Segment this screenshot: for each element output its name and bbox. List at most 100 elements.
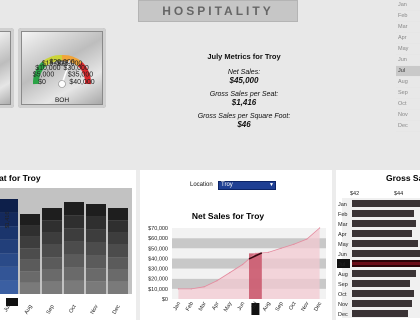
gross-per-seat-label: Gross Sales per Seat: [209, 91, 279, 98]
seat-bar-segment [108, 244, 128, 258]
seat-bar-segment [86, 204, 106, 217]
gauge-dial: BOH $0$5,000$10,000$15,000$20,000$25,000… [33, 54, 95, 104]
seat-bar [108, 208, 128, 294]
gross-per-seat-value: $1,416 [231, 98, 257, 107]
gauge-hub [58, 80, 66, 88]
gross-month-label: Apr [338, 232, 347, 238]
net-sales-chart-title: Net Sales for Troy [192, 211, 265, 221]
net-sales-xtick: Dec [313, 301, 323, 313]
seat-bar-segment [108, 269, 128, 282]
gross-bar [352, 300, 412, 307]
seat-bar-segment [108, 208, 128, 221]
gauge-caption: BOH [55, 97, 69, 104]
month-option[interactable]: Mar [396, 22, 420, 33]
gross-month-label: Jan [338, 202, 347, 208]
seat-bar-segment [20, 248, 40, 260]
location-select[interactable]: Troy ▼ [218, 181, 276, 190]
seat-bar-segment [108, 257, 128, 270]
net-sales-band [172, 228, 326, 239]
seat-bar-segment [42, 232, 62, 245]
net-sales-xtick: May [223, 301, 234, 313]
net-sales-ytick: $10,000 [148, 287, 168, 293]
seat-bar-segment [0, 199, 18, 213]
seat-bar-segment [42, 244, 62, 258]
month-option[interactable]: Aug [396, 77, 420, 88]
gross-bar [352, 270, 416, 277]
net-sales-value: $45,000 [229, 76, 259, 85]
gross-axis-tick-0: $42 [350, 191, 359, 197]
partial-gauge [0, 28, 14, 108]
location-label: Location [190, 182, 213, 188]
seat-bar-segment [20, 214, 40, 226]
gross-month-label: Dec [338, 312, 348, 318]
month-option[interactable]: Dec [396, 121, 420, 132]
month-option[interactable]: Feb [396, 11, 420, 22]
seat-bar-segment [64, 202, 84, 216]
gross-sales-panel: Gross Sa $42 $44 Jan Feb Mar Apr May Jun Jul Au… [336, 170, 420, 320]
gauge-label: $5,000 [33, 71, 55, 78]
seat-bar-segment [0, 239, 18, 254]
net-sales-point [203, 286, 205, 288]
gross-per-sqft-value: $46 [237, 120, 251, 129]
net-sales-ytick: $60,000 [148, 236, 168, 242]
month-option[interactable]: Jan [396, 0, 420, 11]
gauge-label: $40,000 [69, 79, 94, 86]
chevron-down-icon: ▼ [269, 182, 274, 188]
gross-month-label: Sep [338, 282, 348, 288]
seat-month-label: Sep [46, 304, 56, 315]
gross-bar [352, 280, 410, 287]
gross-bar [352, 250, 420, 257]
net-sales-point [306, 238, 308, 240]
net-sales-xtick: Aug [262, 301, 272, 312]
net-sales-point [318, 227, 321, 229]
net-sales-point [241, 263, 244, 266]
brand-title: HOSPITALITY [138, 0, 298, 22]
net-sales-point [280, 247, 282, 249]
gross-bar-selected-core [352, 262, 420, 265]
net-sales-point [177, 288, 180, 290]
month-option[interactable]: Sep [396, 88, 420, 99]
boh-gauge: BOH $0 $5,000 $10,000 $15,000 $20,000 $25,000… [18, 28, 106, 108]
seat-bar-segment [42, 269, 62, 282]
month-option[interactable]: Nov [396, 110, 420, 121]
seat-bar-segment [86, 229, 106, 243]
month-option[interactable]: Apr [396, 33, 420, 44]
seat-bar-segment [0, 266, 18, 281]
gross-axis-tick-1: $44 [394, 191, 403, 197]
gross-month-label: Oct [338, 292, 347, 298]
month-option[interactable]: Oct [396, 99, 420, 110]
net-sales-point [216, 280, 218, 282]
net-sales-ytick: $30,000 [148, 267, 168, 273]
net-sales-point [190, 288, 192, 290]
net-sales-xtick: Sep [275, 301, 285, 312]
gross-month-label: Jun [338, 252, 347, 258]
net-sales-ytick: $20,000 [148, 277, 168, 283]
seat-bar-segment [64, 280, 84, 294]
seat-bar-segment [86, 255, 106, 269]
month-option[interactable]: May [396, 44, 420, 55]
month-option[interactable]: Jul [396, 66, 420, 77]
seat-bar-segment [108, 281, 128, 294]
seat-month-label: Nov [90, 304, 100, 316]
seat-bar-segment [20, 225, 40, 237]
gross-month-label: Nov [338, 302, 348, 308]
gross-month-label: Aug [338, 272, 348, 278]
seat-bar-segment [42, 281, 62, 294]
month-option[interactable]: Jun [396, 55, 420, 66]
gross-bar [352, 200, 420, 207]
seat-month-label: Dec [112, 304, 122, 316]
seat-bar [20, 214, 40, 294]
seat-bar-segment [86, 281, 106, 294]
seat-bar-segment [86, 242, 106, 256]
net-sales-label: Net Sales: [227, 69, 261, 76]
seat-bar [42, 208, 62, 294]
gross-bar [352, 310, 408, 317]
metrics-title: July Metrics for Troy [207, 52, 281, 61]
net-sales-point [267, 251, 269, 253]
seat-sales-panel: at for Troy Aug Sep Oct Nov Dec Jul $1,416 [0, 170, 136, 320]
seat-bar-segment [108, 232, 128, 245]
month-selector: Jan Feb Mar Apr May Jun Jul Aug Sep Oct Nov Dec [396, 0, 420, 132]
seat-bar-segment [42, 220, 62, 233]
location-value: Troy [221, 182, 233, 188]
seat-month-label: Aug [24, 304, 34, 315]
